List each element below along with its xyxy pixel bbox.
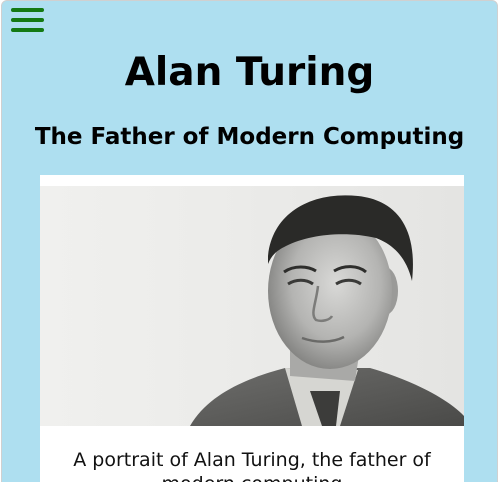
page: Alan Turing The Father of Modern Computi… <box>1 0 498 482</box>
portrait-caption: A portrait of Alan Turing, the father of… <box>73 449 431 482</box>
menu-bar-top <box>11 8 44 12</box>
portrait-photo-illustration <box>190 195 464 426</box>
hamburger-menu-icon[interactable] <box>11 8 44 35</box>
page-subtitle: The Father of Modern Computing <box>34 124 465 150</box>
portrait-card: A portrait of Alan Turing, the father of… <box>40 175 464 482</box>
menu-bar-bottom <box>11 28 44 32</box>
menu-bar-middle <box>11 18 44 22</box>
page-title: Alan Turing <box>124 50 375 95</box>
portrait-image <box>40 186 464 426</box>
